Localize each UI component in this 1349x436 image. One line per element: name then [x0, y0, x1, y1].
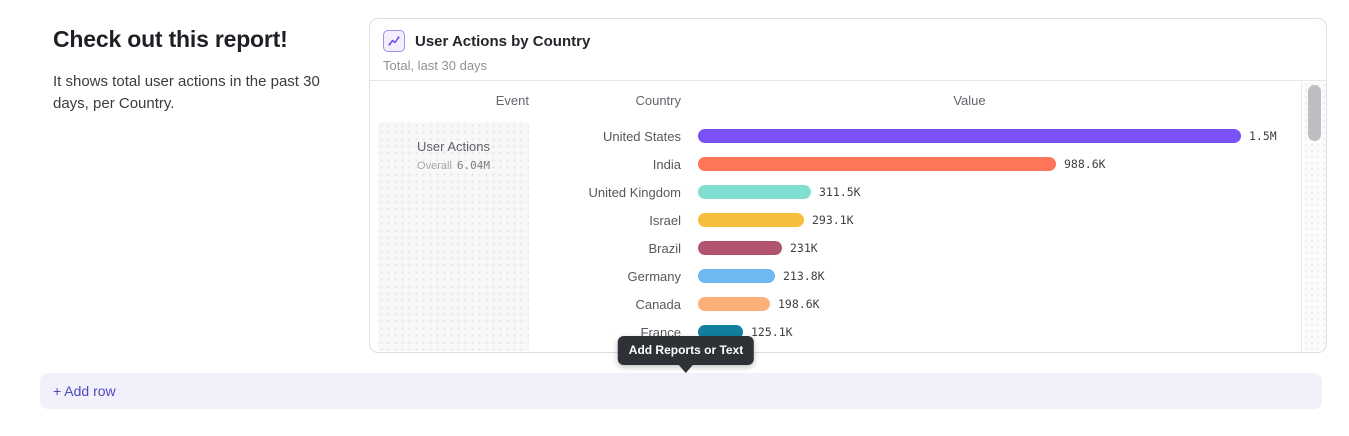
table-row: United States 1.5M	[370, 122, 1301, 150]
country-label: Israel	[370, 213, 681, 228]
column-header-value: Value	[698, 93, 1241, 108]
value-label: 213.8K	[783, 269, 825, 283]
country-label: Brazil	[370, 241, 681, 256]
value-label: 231K	[790, 241, 818, 255]
value-bar[interactable]	[698, 269, 775, 283]
column-header-country: Country	[529, 93, 681, 108]
add-row-label: + Add row	[53, 383, 116, 399]
table-row: Brazil 231K	[370, 234, 1301, 262]
bar-wrap: 988.6K	[698, 157, 1106, 171]
report-card: User Actions by Country Total, last 30 d…	[369, 18, 1327, 353]
country-label: Canada	[370, 297, 681, 312]
bar-wrap: 231K	[698, 241, 818, 255]
report-title: User Actions by Country	[415, 33, 590, 50]
table-row: United Kingdom 311.5K	[370, 178, 1301, 206]
value-label: 1.5M	[1249, 129, 1277, 143]
table-row: Canada 198.6K	[370, 290, 1301, 318]
report-subtitle: Total, last 30 days	[383, 58, 1313, 73]
scrollbar-thumb[interactable]	[1308, 85, 1321, 141]
value-label: 311.5K	[819, 185, 861, 199]
page: { "page": { "heading": "Check out this r…	[0, 0, 1349, 436]
value-label: 293.1K	[812, 213, 854, 227]
value-bar[interactable]	[698, 213, 804, 227]
page-description: It shows total user actions in the past …	[53, 71, 323, 115]
page-title: Check out this report!	[53, 26, 323, 53]
bar-wrap: 1.5M	[698, 129, 1277, 143]
value-label: 198.6K	[778, 297, 820, 311]
add-reports-tooltip: Add Reports or Text	[618, 336, 754, 365]
scrollbar-track[interactable]	[1303, 82, 1326, 352]
bar-wrap: 213.8K	[698, 269, 825, 283]
value-label: 988.6K	[1064, 157, 1106, 171]
value-bar[interactable]	[698, 185, 811, 199]
column-header-event: Event	[378, 93, 529, 108]
bar-wrap: 311.5K	[698, 185, 861, 199]
report-card-body: Event Country Value User Actions Overall…	[370, 82, 1326, 352]
add-row-button[interactable]: + Add row	[40, 373, 1322, 409]
report-table: Event Country Value User Actions Overall…	[370, 82, 1302, 352]
bar-wrap: 198.6K	[698, 297, 820, 311]
value-label: 125.1K	[751, 325, 793, 339]
table-row: France125.1K	[370, 318, 1301, 346]
table-row: Israel 293.1K	[370, 206, 1301, 234]
intro-block: Check out this report! It shows total us…	[53, 26, 323, 115]
country-label: United States	[370, 129, 681, 144]
value-bar[interactable]	[698, 241, 782, 255]
value-bar[interactable]	[698, 157, 1056, 171]
report-card-header: User Actions by Country Total, last 30 d…	[370, 19, 1326, 81]
line-chart-icon	[383, 30, 405, 52]
bar-wrap: 293.1K	[698, 213, 854, 227]
country-label: Germany	[370, 269, 681, 284]
table-row: India 988.6K	[370, 150, 1301, 178]
country-label: United Kingdom	[370, 185, 681, 200]
country-label: India	[370, 157, 681, 172]
value-bar[interactable]	[698, 129, 1241, 143]
chart-rows: United States 1.5M India 988.6K United Kingd…	[370, 122, 1301, 346]
table-row: Germany 213.8K	[370, 262, 1301, 290]
value-bar[interactable]	[698, 297, 770, 311]
